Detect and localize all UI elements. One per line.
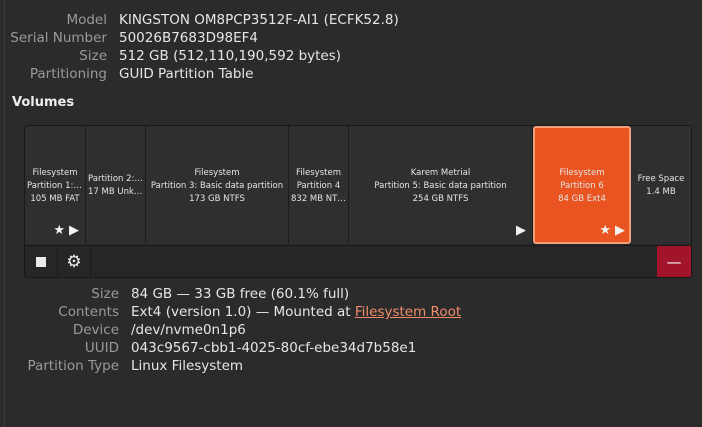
partition-6-line3: 84 GB Ext4 <box>558 194 606 204</box>
partition-3-line3: 173 GB NTFS <box>189 194 245 204</box>
partition-1[interactable]: Filesystem Partition 1: EFI System 105 M… <box>25 126 86 244</box>
free-space-line1: Free Space <box>637 174 685 184</box>
play-icon: ▶ <box>615 223 625 238</box>
detail-contents-value: Ext4 (version 1.0) — Mounted at Filesyst… <box>131 303 461 321</box>
minus-icon: — <box>666 253 682 271</box>
partition-5-line3: 254 GB NTFS <box>412 194 469 204</box>
play-icon: ▶ <box>69 223 79 238</box>
model-value: KINGSTON OM8PCP3512F-AI1 (ECFK52.8) <box>119 12 399 28</box>
stop-icon <box>36 257 46 267</box>
gear-icon: ⚙ <box>66 251 82 272</box>
free-space-line2: 1.4 MB <box>646 187 676 197</box>
detail-size-label: Size <box>91 286 119 302</box>
detail-uuid-label: UUID <box>84 340 119 356</box>
filesystem-root-link[interactable]: Filesystem Root <box>355 304 461 320</box>
unmount-button[interactable] <box>25 246 58 277</box>
size-label: Size <box>79 48 107 64</box>
partition-4-line3: 832 MB NTFS <box>291 194 348 204</box>
partition-3-line1: Filesystem <box>194 168 240 178</box>
partition-6-selected[interactable]: Filesystem Partition 6 84 GB Ext4 ★ ▶ <box>533 126 631 244</box>
partition-1-line1: Filesystem <box>32 168 78 178</box>
detail-contents-label: Contents <box>58 304 119 320</box>
partition-2-line2: 17 MB Unknown <box>88 187 145 197</box>
volumes-heading: Volumes <box>12 95 75 110</box>
delete-partition-button[interactable]: — <box>657 246 691 277</box>
disk-details-panel: Model KINGSTON OM8PCP3512F-AI1 (ECFK52.8… <box>0 0 702 427</box>
detail-uuid-label-row: UUID <box>0 339 119 357</box>
detail-device-label-row: Device <box>0 321 119 339</box>
detail-contents-label-row: Contents <box>0 303 119 321</box>
serial-label-row: Serial Number <box>0 29 107 47</box>
serial-value: 50026B7683D98EF4 <box>119 30 259 46</box>
detail-type-value: Linux Filesystem <box>131 358 244 374</box>
partition-2[interactable]: Partition 2: Microsoft Reserved 17 MB Un… <box>86 126 146 244</box>
volumes-map: Filesystem Partition 1: EFI System 105 M… <box>24 125 692 278</box>
detail-size-value: 84 GB — 33 GB free (60.1% full) <box>131 286 350 302</box>
detail-device-value: /dev/nvme0n1p6 <box>131 322 246 338</box>
free-space[interactable]: Free Space 1.4 MB <box>631 126 691 244</box>
contents-text: Ext4 (version 1.0) — Mounted at <box>131 304 355 320</box>
partitioning-label-row: Partitioning <box>0 65 107 83</box>
partition-3-line2: Partition 3: Basic data partition <box>150 181 284 191</box>
partition-5-line1: Karem Metrial <box>410 168 471 178</box>
partition-3[interactable]: Filesystem Partition 3: Basic data parti… <box>146 126 289 244</box>
detail-type-label: Partition Type <box>27 358 119 374</box>
model-label-row: Model <box>0 11 107 29</box>
detail-device-label: Device <box>72 322 119 338</box>
detail-uuid-value: 043c9567-cbb1-4025-80cf-ebe34d7b58e1 <box>131 340 417 356</box>
star-icon: ★ <box>599 223 611 238</box>
partition-2-line1: Partition 2: Microsoft Reserved <box>88 174 145 184</box>
partition-1-line2: Partition 1: EFI System <box>27 181 85 191</box>
model-label: Model <box>66 12 107 28</box>
partition-4[interactable]: Filesystem Partition 4 832 MB NTFS <box>289 126 349 244</box>
partitioning-value: GUID Partition Table <box>119 66 254 82</box>
partition-4-line2: Partition 4 <box>296 181 341 191</box>
size-label-row: Size <box>0 47 107 65</box>
partition-6-line1: Filesystem <box>559 168 605 178</box>
partition-1-line3: 105 MB FAT <box>30 194 80 204</box>
partition-4-line1: Filesystem <box>296 168 341 178</box>
volume-toolbar: ⚙ — <box>25 245 691 277</box>
size-value: 512 GB (512,110,190,592 bytes) <box>119 48 342 64</box>
partition-5-line2: Partition 5: Basic data partition <box>374 181 507 191</box>
detail-size-label-row: Size <box>0 285 119 303</box>
play-icon: ▶ <box>516 223 526 238</box>
serial-label: Serial Number <box>10 30 107 46</box>
partitioning-label: Partitioning <box>29 66 107 82</box>
detail-type-label-row: Partition Type <box>0 357 119 375</box>
partition-options-button[interactable]: ⚙ <box>58 246 91 277</box>
partition-5[interactable]: Karem Metrial Partition 5: Basic data pa… <box>349 126 533 244</box>
partition-6-line2: Partition 6 <box>560 181 604 191</box>
partition-strip: Filesystem Partition 1: EFI System 105 M… <box>25 126 691 244</box>
star-icon: ★ <box>53 223 65 238</box>
